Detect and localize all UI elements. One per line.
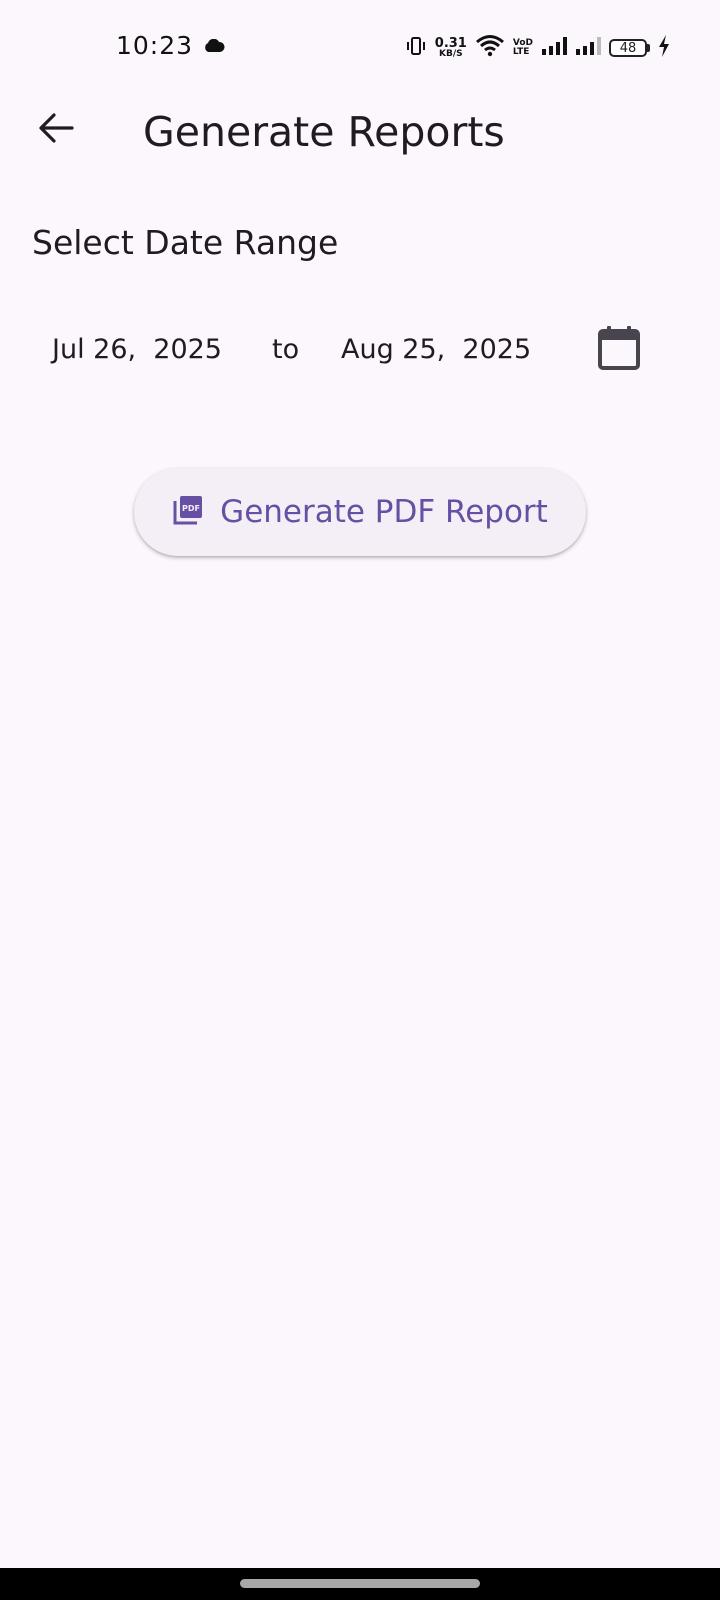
date-range-separator: to — [272, 334, 300, 365]
battery-icon: 48 — [609, 39, 650, 57]
arrow-back-icon — [38, 112, 74, 148]
network-speed: 0.31 KB/S — [435, 37, 467, 59]
date-range-label: Select Date Range — [32, 223, 339, 262]
network-speed-unit: KB/S — [439, 49, 463, 59]
status-time: 10:23 — [116, 31, 194, 60]
volte-indicator: VoD LTE — [513, 39, 533, 57]
status-bar: 10:23 0.31 KB/S VoD LTE 48 — [0, 0, 720, 96]
status-icons: 0.31 KB/S VoD LTE 48 — [405, 32, 670, 64]
generate-pdf-report-label: Generate PDF Report — [220, 494, 548, 530]
vibrate-icon — [405, 35, 427, 61]
system-navigation-bar — [0, 1568, 720, 1600]
start-date[interactable]: Jul 26, 2025 — [52, 330, 222, 370]
pdf-icon: PDF — [172, 494, 204, 530]
date-range-row: Jul 26, 2025 to Aug 25, 2025 — [0, 320, 720, 380]
signal-icon — [575, 36, 601, 60]
signal-icon — [541, 36, 567, 60]
cloud-icon — [203, 38, 225, 57]
generate-pdf-report-button[interactable]: PDF Generate PDF Report — [134, 468, 586, 556]
svg-text:PDF: PDF — [182, 504, 200, 513]
page-title: Generate Reports — [143, 108, 505, 156]
battery-level: 48 — [609, 39, 647, 57]
charging-icon — [658, 35, 670, 61]
end-date[interactable]: Aug 25, 2025 — [341, 330, 531, 370]
back-button[interactable] — [30, 104, 82, 156]
home-gesture-handle[interactable] — [240, 1579, 480, 1588]
calendar-button[interactable] — [590, 320, 648, 380]
wifi-icon — [475, 34, 505, 62]
calendar-icon — [597, 325, 641, 375]
volte-bottom: LTE — [512, 47, 530, 57]
